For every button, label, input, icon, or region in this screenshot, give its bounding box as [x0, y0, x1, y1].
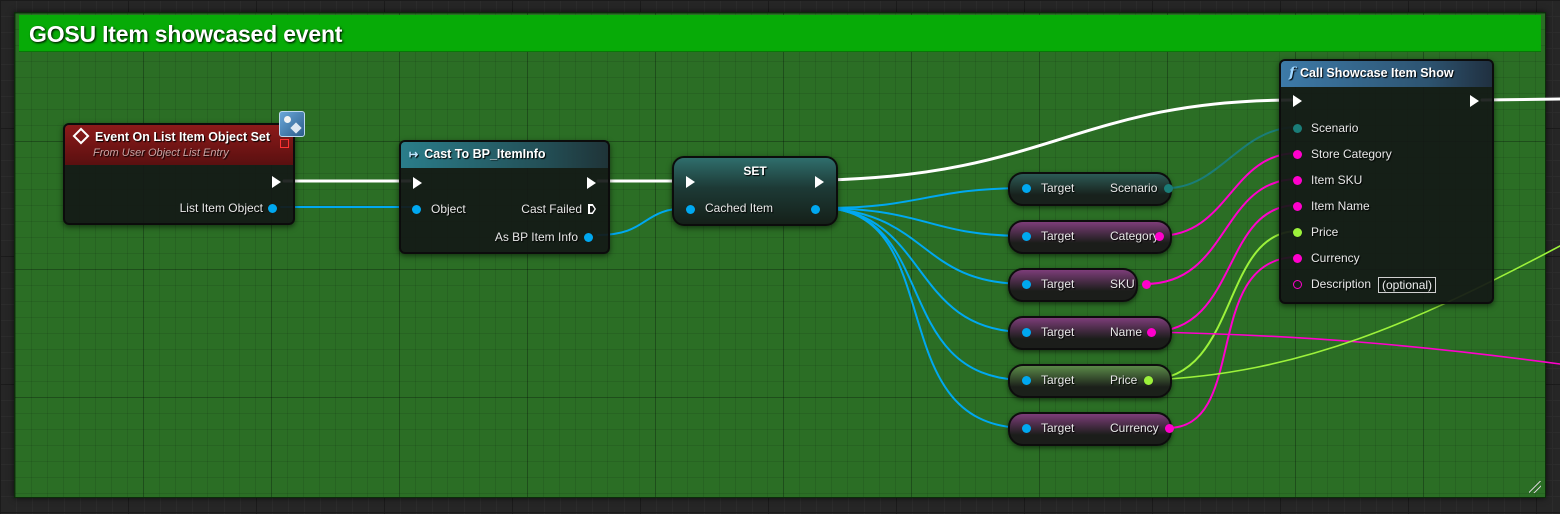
as-bp-item-info-label: As BP Item Info [494, 230, 578, 244]
getter-price-target-pin[interactable] [1022, 376, 1031, 385]
call-exec-in-pin[interactable] [1293, 95, 1302, 107]
getter-sku-output-pin[interactable] [1142, 280, 1151, 289]
getter-sku-target-pin[interactable] [1022, 280, 1031, 289]
getter-category-output-pin[interactable] [1155, 232, 1164, 241]
widget-blueprint-icon [279, 111, 305, 137]
comment-title: GOSU Item showcased event [29, 21, 343, 47]
call-item-sku-label: Item SKU [1311, 173, 1363, 187]
set-cached-item-in-pin[interactable] [686, 205, 695, 214]
getter-name-target-pin[interactable] [1022, 328, 1031, 337]
cast-exec-in-pin[interactable] [413, 177, 422, 189]
list-item-object-label: List Item Object [179, 201, 263, 215]
getter-scenario-output-pin[interactable] [1164, 184, 1173, 193]
event-exec-out-pin[interactable] [272, 176, 281, 188]
cast-node-header[interactable]: ↦ Cast To BP_ItemInfo [401, 142, 608, 168]
getter-price-target-label: Target [1041, 373, 1075, 387]
cast-object-pin[interactable] [412, 205, 421, 214]
getter-sku[interactable]: Target SKU [1008, 268, 1151, 302]
call-store-category-pin[interactable] [1293, 150, 1302, 159]
call-showcase-title: Call Showcase Item Show [1300, 66, 1454, 80]
event-diamond-icon [72, 127, 90, 145]
getter-category-target-label: Target [1041, 229, 1075, 243]
getter-name-output-pin[interactable] [1147, 328, 1156, 337]
set-cached-item-label: Cached Item [705, 201, 774, 215]
call-currency-pin[interactable] [1293, 254, 1302, 263]
call-showcase-header[interactable]: f Call Showcase Item Show [1281, 61, 1492, 87]
cast-node-title: Cast To BP_ItemInfo [424, 147, 546, 161]
getter-name-target-label: Target [1041, 325, 1075, 339]
getter-category[interactable]: Target Category [1008, 220, 1172, 254]
getter-sku-target-label: Target [1041, 277, 1075, 291]
getter-price-output-pin[interactable] [1144, 376, 1153, 385]
set-node-title: SET [743, 164, 767, 178]
getter-name[interactable]: Target Name [1008, 316, 1172, 350]
cast-failed-pin[interactable] [588, 204, 596, 214]
call-item-name-label: Item Name [1311, 199, 1370, 213]
event-node[interactable]: Event On List Item Object Set From User … [63, 123, 295, 225]
set-exec-in-pin[interactable] [686, 176, 695, 188]
call-scenario-pin[interactable] [1293, 124, 1302, 133]
getter-price[interactable]: Target Price [1008, 364, 1172, 398]
call-item-name-pin[interactable] [1293, 202, 1302, 211]
getter-sku-output-label: SKU [1110, 277, 1135, 291]
call-showcase-node[interactable]: f Call Showcase Item Show Scenario Store … [1279, 59, 1494, 304]
set-exec-out-pin[interactable] [815, 176, 824, 188]
call-exec-out-pin[interactable] [1470, 95, 1479, 107]
call-description-pin[interactable] [1293, 280, 1302, 289]
cast-arrow-icon: ↦ [409, 149, 419, 161]
event-node-subtitle: From User Object List Entry [93, 147, 229, 159]
getter-currency-target-label: Target [1041, 421, 1075, 435]
getter-scenario-target-pin[interactable] [1022, 184, 1031, 193]
getter-category-target-pin[interactable] [1022, 232, 1031, 241]
getter-scenario-output-label: Scenario [1110, 181, 1158, 195]
resize-grip-icon[interactable] [1529, 481, 1541, 493]
cast-failed-label: Cast Failed [521, 202, 582, 216]
getter-currency-output-label: Currency [1110, 421, 1159, 435]
call-store-category-label: Store Category [1311, 147, 1392, 161]
getter-name-output-label: Name [1110, 325, 1143, 339]
set-cached-item-out-pin[interactable] [811, 205, 820, 214]
comment-header[interactable]: GOSU Item showcased event [19, 15, 1541, 52]
call-scenario-label: Scenario [1311, 121, 1359, 135]
call-description-label: Description [1311, 277, 1372, 291]
call-item-sku-pin[interactable] [1293, 176, 1302, 185]
set-node[interactable]: SET Cached Item [672, 156, 838, 226]
delegate-pin[interactable] [280, 139, 289, 148]
call-price-label: Price [1311, 225, 1339, 239]
getter-currency[interactable]: Target Currency [1008, 412, 1174, 446]
getter-currency-output-pin[interactable] [1165, 424, 1174, 433]
cast-node[interactable]: ↦ Cast To BP_ItemInfo Object Cast Failed … [399, 140, 610, 254]
getter-scenario-target-label: Target [1041, 181, 1075, 195]
call-currency-label: Currency [1311, 251, 1360, 265]
function-f-icon: f [1289, 65, 1296, 81]
cast-exec-out-pin[interactable] [587, 177, 596, 189]
getter-price-output-label: Price [1110, 373, 1138, 387]
event-node-title: Event On List Item Object Set [95, 130, 271, 144]
as-bp-item-info-pin[interactable] [584, 233, 593, 242]
description-optional-input[interactable]: (optional) [1378, 277, 1437, 293]
getter-category-output-label: Category [1110, 229, 1159, 243]
cast-object-label: Object [431, 202, 466, 216]
getter-scenario[interactable]: Target Scenario [1008, 172, 1173, 206]
event-node-header[interactable]: Event On List Item Object Set From User … [65, 125, 293, 165]
call-price-pin[interactable] [1293, 228, 1302, 237]
list-item-object-pin[interactable] [268, 204, 277, 213]
getter-currency-target-pin[interactable] [1022, 424, 1031, 433]
